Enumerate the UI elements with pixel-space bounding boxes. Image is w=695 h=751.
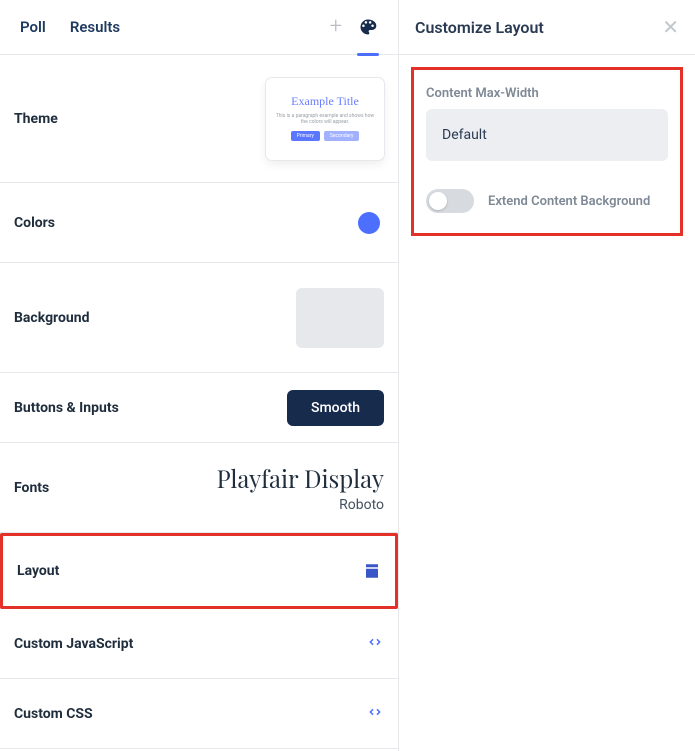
palette-icon [358, 17, 378, 37]
row-label-background: Background [14, 310, 89, 326]
right-panel-title: Customize Layout [415, 18, 544, 37]
font-body-name: Roboto [217, 497, 384, 513]
row-label-layout: Layout [17, 563, 59, 579]
close-icon[interactable]: ✕ [662, 17, 679, 37]
row-background[interactable]: Background [0, 263, 398, 373]
row-label-custom-js: Custom JavaScript [14, 636, 133, 652]
code-icon [366, 703, 384, 725]
row-colors[interactable]: Colors [0, 183, 398, 263]
right-panel-header: Customize Layout ✕ [399, 0, 695, 55]
layout-icon [363, 562, 381, 580]
toggle-knob [429, 192, 447, 210]
add-tab-icon[interactable]: + [330, 16, 342, 38]
row-label-buttons: Buttons & Inputs [14, 400, 119, 416]
row-label-custom-css: Custom CSS [14, 706, 93, 722]
theme-preview-card: Example Title This is a paragraph exampl… [266, 78, 384, 160]
theme-preview-title: Example Title [291, 94, 359, 109]
tab-results[interactable]: Results [70, 18, 120, 36]
row-custom-js[interactable]: Custom JavaScript [0, 609, 398, 679]
right-panel: Customize Layout ✕ Content Max-Width Def… [399, 0, 695, 751]
row-custom-css[interactable]: Custom CSS [0, 679, 398, 749]
content-max-width-label: Content Max-Width [426, 86, 668, 101]
row-label-fonts: Fonts [14, 480, 49, 496]
extend-background-toggle[interactable] [426, 189, 474, 213]
left-panel: Poll Results + Theme Example Title This … [0, 0, 399, 751]
background-swatch[interactable] [296, 288, 384, 348]
theme-preview-paragraph: This is a paragraph example and shows ho… [272, 113, 378, 126]
row-buttons-inputs[interactable]: Buttons & Inputs Smooth [0, 373, 398, 443]
extend-background-label: Extend Content Background [488, 194, 650, 209]
row-theme[interactable]: Theme Example Title This is a paragraph … [0, 55, 398, 183]
customize-tab-icon[interactable] [358, 17, 378, 37]
row-layout[interactable]: Layout [0, 533, 398, 609]
row-fonts[interactable]: Fonts Playfair Display Roboto [0, 443, 398, 533]
layout-settings-highlight: Content Max-Width Default Extend Content… [411, 67, 683, 236]
tab-bar: Poll Results + [0, 0, 398, 55]
tab-poll[interactable]: Poll [20, 18, 46, 36]
font-heading-name: Playfair Display [217, 463, 384, 495]
color-swatch-primary[interactable] [358, 212, 380, 234]
row-label-theme: Theme [14, 111, 58, 127]
theme-preview-secondary-button: Secondary [324, 131, 360, 141]
row-label-colors: Colors [14, 215, 55, 231]
button-style-value[interactable]: Smooth [287, 390, 384, 426]
code-icon [366, 633, 384, 655]
theme-preview-primary-button: Primary [291, 131, 320, 141]
content-max-width-select[interactable]: Default [426, 109, 668, 161]
